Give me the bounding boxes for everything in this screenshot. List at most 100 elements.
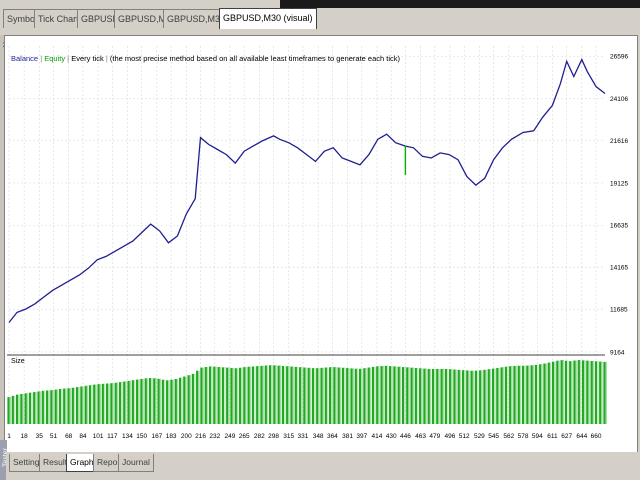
- y-tick-label: 9164: [610, 350, 625, 357]
- volume-bar-highlight: [35, 392, 37, 424]
- volume-bar-highlight: [228, 367, 230, 424]
- volume-bar-highlight: [95, 384, 97, 424]
- volume-bar-highlight: [502, 367, 504, 424]
- volume-bar-highlight: [382, 366, 384, 424]
- x-tick-label: 232: [209, 433, 220, 440]
- x-tick-label: 117: [107, 433, 118, 440]
- volume-bar-highlight: [198, 370, 200, 424]
- x-tick-label: 529: [474, 433, 485, 440]
- volume-bar-highlight: [404, 367, 406, 424]
- chart-window: 9164 11685 14165 16635 19125 21616 24106 26596 1…: [4, 35, 638, 455]
- x-tick-label: 18: [21, 433, 29, 440]
- volume-bar-highlight: [524, 365, 526, 424]
- volume-bar-highlight: [236, 368, 238, 424]
- volume-bar-highlight: [506, 366, 508, 424]
- x-tick-label: 463: [415, 433, 426, 440]
- volume-bar-highlight: [541, 364, 543, 424]
- x-tick-label: 183: [166, 433, 177, 440]
- x-tick-label: 644: [576, 433, 587, 440]
- x-tick-label: 298: [268, 433, 279, 440]
- volume-bar-highlight: [168, 380, 170, 424]
- volume-bar-highlight: [78, 387, 80, 424]
- volume-bar-highlight: [571, 361, 573, 424]
- x-tick-label: 68: [65, 433, 73, 440]
- volume-bar-highlight: [455, 369, 457, 424]
- volume-bar-highlight: [241, 367, 243, 424]
- volume-bar-highlight: [26, 393, 28, 424]
- x-tick-label: 216: [195, 433, 206, 440]
- top-tab-bar: Symbols Tick Chart GBPUSD,H1 GBPUSD,M30 …: [0, 0, 640, 33]
- volume-bar-highlight: [434, 368, 436, 424]
- volume-bar-highlight: [511, 366, 513, 424]
- volume-bar-highlight: [271, 365, 273, 424]
- volume-bar-highlight: [374, 366, 376, 424]
- x-tick-label: 348: [313, 433, 324, 440]
- balance-chart: 9164 11685 14165 16635 19125 21616 24106 26596 1…: [7, 46, 628, 440]
- volume-bar-highlight: [395, 366, 397, 424]
- volume-bar-highlight: [588, 360, 590, 424]
- y-tick-label: 24106: [610, 96, 628, 103]
- volume-bar-highlight: [99, 384, 101, 424]
- volume-bar-highlight: [442, 368, 444, 424]
- tab-journal[interactable]: Journal: [118, 454, 154, 472]
- line-layer: [8, 58, 606, 323]
- x-tick-label: 496: [445, 433, 456, 440]
- x-tick-label: 200: [181, 433, 192, 440]
- legend-description: (the most precise method based on all av…: [109, 54, 401, 63]
- volume-bar-highlight: [22, 393, 24, 424]
- x-tick-label: 35: [36, 433, 44, 440]
- volume-bar-highlight: [545, 363, 547, 424]
- x-tick-label: 150: [136, 433, 147, 440]
- x-tick-label: 594: [532, 433, 543, 440]
- y-tick-label: 16635: [610, 223, 628, 230]
- volume-bar-highlight: [211, 366, 213, 424]
- volume-bar-highlight: [309, 367, 311, 424]
- volume-bar-highlight: [575, 360, 577, 424]
- y-tick-label: 11685: [610, 307, 628, 314]
- x-tick-label: 101: [93, 433, 104, 440]
- volume-bar-highlight: [61, 388, 63, 424]
- volume-bar-highlight: [189, 375, 191, 424]
- volume-bar-highlight: [459, 369, 461, 424]
- volume-bar-highlight: [446, 368, 448, 424]
- volume-bar-highlight: [331, 367, 333, 424]
- volume-bar-highlight: [314, 368, 316, 424]
- x-tick-label: 512: [459, 433, 470, 440]
- volume-bar-highlight: [112, 383, 114, 424]
- volume-bar-highlight: [219, 367, 221, 424]
- volume-bar-highlight: [202, 367, 204, 424]
- volume-bar-highlight: [13, 395, 15, 424]
- volume-bar-highlight: [318, 368, 320, 424]
- x-tick-label: 51: [50, 433, 58, 440]
- volume-bar-highlight: [301, 367, 303, 424]
- tab-tick-chart[interactable]: Tick Chart: [34, 9, 83, 28]
- x-tick-label: 446: [400, 433, 411, 440]
- volume-bar-highlight: [429, 368, 431, 424]
- volume-bar-highlight: [476, 370, 478, 424]
- volume-bar-highlight: [305, 367, 307, 424]
- volume-bar-highlight: [159, 378, 161, 424]
- tab-gbpusd-m30-visual-active[interactable]: GBPUSD,M30 (visual): [219, 8, 317, 29]
- volume-bar-highlight: [494, 368, 496, 424]
- x-tick-label: 578: [518, 433, 529, 440]
- volume-bar-highlight: [464, 370, 466, 424]
- volume-bar-highlight: [108, 383, 110, 424]
- volume-bar-highlight: [335, 367, 337, 424]
- y-tick-label: 14165: [610, 265, 628, 272]
- volume-bar-highlight: [536, 364, 538, 424]
- volume-bar-highlight: [326, 367, 328, 424]
- volume-bar-highlight: [558, 360, 560, 424]
- volume-bar-highlight: [284, 365, 286, 424]
- x-tick-label: 479: [429, 433, 440, 440]
- volume-bar-highlight: [481, 370, 483, 424]
- volume-bar-highlight: [155, 378, 157, 424]
- volume-bar-highlight: [142, 378, 144, 424]
- volume-bar-highlight: [193, 373, 195, 424]
- volume-bar-highlight: [9, 397, 11, 424]
- volume-bar-highlight: [163, 379, 165, 424]
- x-tick-label: 381: [342, 433, 353, 440]
- volume-bar-highlight: [416, 367, 418, 424]
- x-tick-label: 414: [372, 433, 383, 440]
- volume-bar-highlight: [579, 360, 581, 424]
- volume-bar-highlight: [82, 386, 84, 424]
